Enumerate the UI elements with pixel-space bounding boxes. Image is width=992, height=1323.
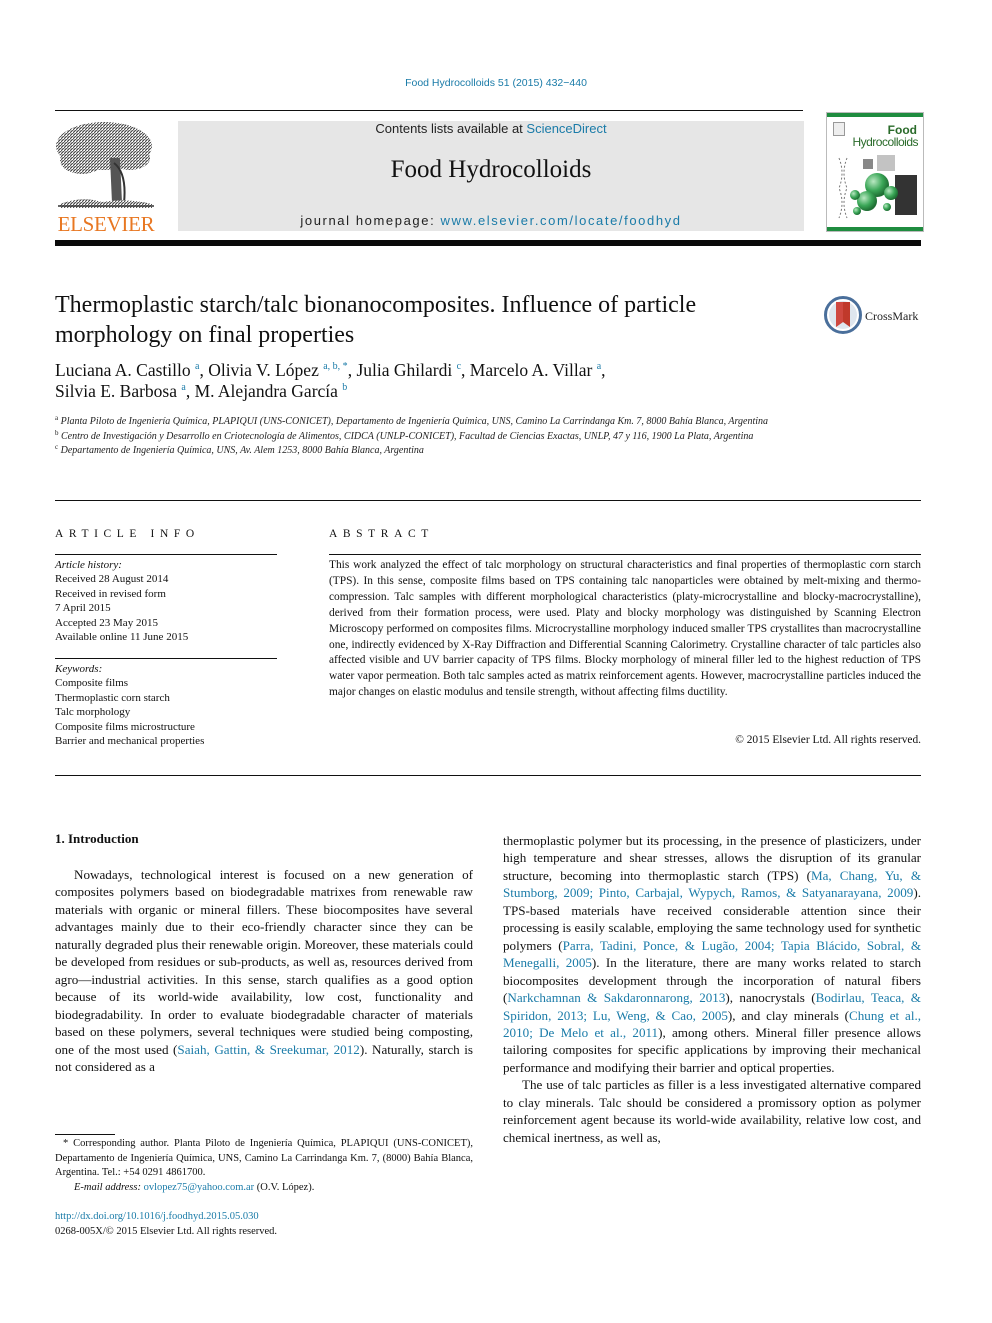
history-entry: Available online 11 June 2015 bbox=[55, 631, 189, 644]
history-entry: Received in revised form bbox=[55, 587, 166, 600]
affiliation-item: b Centro de Investigación y Desarrollo e… bbox=[55, 428, 815, 445]
author[interactable]: Silvia E. Barbosa a bbox=[55, 381, 186, 401]
author-name: Julia Ghilardi bbox=[356, 360, 453, 380]
author-separator: , bbox=[199, 360, 209, 380]
body-column-right: thermoplastic polymer but its processing… bbox=[503, 832, 921, 1146]
author-name: Silvia E. Barbosa bbox=[55, 381, 177, 401]
top-rule bbox=[55, 110, 803, 111]
journal-homepage-line: journal homepage: www.elsevier.com/locat… bbox=[178, 213, 804, 228]
homepage-prefix: journal homepage: bbox=[300, 213, 441, 228]
paper-title: Thermoplastic starch/talc bionanocomposi… bbox=[55, 292, 697, 348]
author-name: Luciana A. Castillo bbox=[55, 360, 191, 380]
history-entry: Accepted 23 May 2015 bbox=[55, 616, 158, 629]
masthead-thick-rule bbox=[55, 240, 921, 246]
contents-prefix: Contents lists available at bbox=[375, 121, 527, 136]
email-suffix: (O.V. López). bbox=[254, 1181, 315, 1193]
keywords-divider bbox=[55, 658, 277, 659]
affiliation-key: b bbox=[55, 428, 59, 437]
email-line: E-mail address: ovlopez75@yahoo.com.ar (… bbox=[55, 1181, 473, 1196]
author-affiliation-marker[interactable]: b bbox=[342, 382, 347, 393]
author-list: Luciana A. Castillo a, Olivia V. López a… bbox=[55, 360, 815, 402]
front-matter-divider bbox=[55, 775, 921, 776]
cover-top-bar bbox=[827, 113, 923, 117]
issn-copyright: 0268-005X/© 2015 Elsevier Ltd. All right… bbox=[55, 1226, 278, 1237]
body-text: Nowadays, technological interest is focu… bbox=[55, 867, 473, 1057]
citation-link[interactable]: Saiah, Gattin, & Sreekumar, 2012 bbox=[177, 1042, 359, 1057]
crossmark-icon bbox=[824, 296, 862, 334]
article-history: Article history: Received 28 August 2014… bbox=[55, 558, 277, 644]
affiliation-list: a Planta Piloto de Ingeniería Química, P… bbox=[55, 415, 815, 459]
affiliation-key: c bbox=[55, 443, 59, 451]
affiliation-divider bbox=[55, 500, 921, 501]
author-separator: , bbox=[185, 381, 195, 401]
cover-bottom-bar bbox=[827, 227, 923, 231]
author-name: Marcelo A. Villar bbox=[469, 360, 593, 380]
affiliation-text: Departamento de Ingeniería Química, UNS,… bbox=[60, 445, 424, 456]
email-label: E-mail address: bbox=[74, 1181, 144, 1193]
introduction-heading: 1. Introduction bbox=[55, 831, 139, 846]
running-head-citation[interactable]: Food Hydrocolloids 51 (2015) 432−440 bbox=[0, 77, 992, 89]
abstract-divider bbox=[329, 554, 921, 555]
cover-title-word2: Hydrocolloids bbox=[852, 135, 918, 149]
author-name: Olivia V. López bbox=[208, 360, 319, 380]
cover-elsevier-mini-logo bbox=[833, 122, 845, 136]
email-link[interactable]: ovlopez75@yahoo.com.ar bbox=[144, 1182, 255, 1193]
cover-molecule-illustration bbox=[838, 155, 917, 219]
history-entry: Received 28 August 2014 bbox=[55, 573, 169, 586]
citation-link[interactable]: Narkchamnan & Sakdaronnarong, 2013 bbox=[507, 990, 725, 1005]
intro-paragraph-1-continued: thermoplastic polymer but its processing… bbox=[503, 832, 921, 1076]
keyword[interactable]: Talc morphology bbox=[55, 705, 277, 719]
elsevier-wordmark: ELSEVIER bbox=[57, 212, 155, 236]
author[interactable]: Luciana A. Castillo a bbox=[55, 360, 199, 380]
author-affiliation-marker[interactable]: a, b, * bbox=[323, 361, 347, 372]
author-name: M. Alejandra García bbox=[194, 381, 338, 401]
body-text: ), nano­crystals ( bbox=[725, 990, 816, 1006]
author[interactable]: M. Alejandra García b bbox=[195, 381, 348, 401]
affiliation-text: Centro de Investigación y Desarrollo en … bbox=[61, 430, 754, 442]
contents-available-line: Contents lists available at ScienceDirec… bbox=[178, 121, 804, 136]
keyword[interactable]: Barrier and mechanical properties bbox=[55, 734, 277, 748]
footnote-rule bbox=[55, 1134, 115, 1135]
body-column-left: Nowadays, technological interest is focu… bbox=[55, 866, 473, 1075]
author-separator: , bbox=[601, 360, 606, 380]
keyword[interactable]: Composite films bbox=[55, 676, 277, 690]
keywords-label: Keywords: bbox=[55, 663, 103, 675]
article-info-divider bbox=[55, 554, 277, 555]
abstract-heading: ABSTRACT bbox=[329, 528, 434, 540]
author[interactable]: Olivia V. López a, b, * bbox=[208, 360, 348, 380]
journal-cover-thumbnail[interactable]: Food Hydrocolloids bbox=[826, 112, 924, 232]
article-history-label: Article history: bbox=[55, 559, 122, 571]
affiliation-item: a Planta Piloto de Ingeniería Química, P… bbox=[55, 415, 815, 430]
affiliation-text: Planta Piloto de Ingeniería Química, PLA… bbox=[60, 416, 769, 427]
corresponding-author-footnote: * Corresponding author. Planta Piloto de… bbox=[55, 1137, 473, 1195]
author-separator: , bbox=[461, 360, 470, 380]
crossmark-label[interactable]: CrossMark bbox=[865, 309, 918, 324]
keyword[interactable]: Composite films microstructure bbox=[55, 720, 277, 734]
affiliation-item: c Departamento de Ingeniería Química, UN… bbox=[55, 444, 815, 459]
keywords: Keywords: Composite films Thermoplastic … bbox=[55, 662, 277, 748]
keyword[interactable]: Thermoplastic corn starch bbox=[55, 691, 277, 705]
affiliation-key: a bbox=[55, 414, 59, 422]
history-entry: 7 April 2015 bbox=[55, 602, 111, 615]
doi-link[interactable]: http://dx.doi.org/10.1016/j.foodhyd.2015… bbox=[55, 1211, 259, 1222]
corresponding-author-text: * Corresponding author. Planta Piloto de… bbox=[55, 1138, 473, 1178]
sciencedirect-link[interactable]: ScienceDirect bbox=[526, 121, 606, 136]
author[interactable]: Marcelo A. Villar a bbox=[470, 360, 601, 380]
intro-paragraph-1: Nowadays, technological interest is focu… bbox=[55, 866, 473, 1075]
tree-icon bbox=[56, 122, 154, 208]
journal-homepage-link[interactable]: www.elsevier.com/locate/foodhyd bbox=[441, 213, 682, 228]
abstract-copyright: © 2015 Elsevier Ltd. All rights reserved… bbox=[735, 734, 921, 746]
author[interactable]: Julia Ghilardi c bbox=[356, 360, 461, 380]
journal-title: Food Hydrocolloids bbox=[390, 156, 592, 183]
abstract-text: This work analyzed the effect of talc mo… bbox=[329, 559, 921, 699]
intro-paragraph-2: The use of talc particles as filler is a… bbox=[503, 1077, 921, 1145]
article-info-heading: ARTICLE INFO bbox=[55, 528, 200, 540]
body-text: ), and clay minerals ( bbox=[727, 1007, 849, 1023]
